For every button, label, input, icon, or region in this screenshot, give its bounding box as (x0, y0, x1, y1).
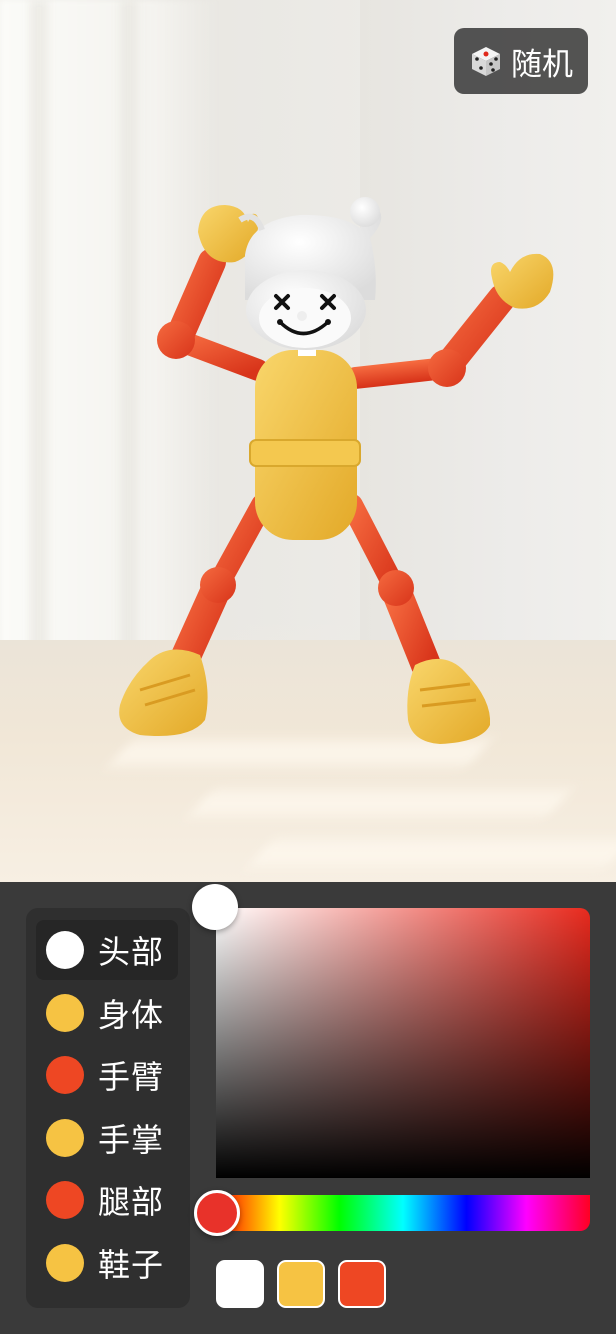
part-item-body[interactable]: 身体 (36, 983, 178, 1043)
saturation-brightness-picker[interactable] (216, 908, 590, 1178)
preset-swatch-yellow[interactable] (277, 1260, 325, 1308)
part-swatch (46, 993, 84, 1032)
shoes[interactable] (119, 649, 491, 744)
part-swatch (46, 1243, 84, 1282)
part-label: 手臂 (98, 1058, 165, 1096)
preset-swatch-white[interactable] (216, 1260, 264, 1308)
parts-list: 头部 身体 手臂 手掌 腿部 鞋子 (26, 908, 190, 1308)
random-button-label: 随机 (511, 46, 573, 83)
preset-swatch-red[interactable] (338, 1260, 386, 1308)
head[interactable] (238, 197, 382, 350)
part-swatch (46, 1118, 84, 1157)
part-item-legs[interactable]: 腿部 (36, 1170, 178, 1230)
part-label: 头部 (98, 933, 165, 971)
part-item-arms[interactable]: 手臂 (36, 1045, 178, 1105)
part-label: 手掌 (98, 1120, 165, 1159)
color-picker-handle[interactable] (192, 884, 238, 930)
random-button[interactable]: 随机 (454, 28, 588, 94)
part-swatch (46, 1181, 84, 1219)
part-label: 鞋子 (98, 1245, 165, 1284)
toy-figure[interactable] (0, 0, 616, 882)
part-swatch (46, 1056, 84, 1094)
part-label: 腿部 (98, 1183, 165, 1221)
brightness-gradient (216, 908, 590, 1178)
part-item-head[interactable]: 头部 (36, 920, 178, 980)
dice-icon (472, 47, 500, 76)
part-swatch (46, 931, 84, 969)
part-item-hands[interactable]: 手掌 (36, 1108, 178, 1168)
hue-slider[interactable] (216, 1195, 590, 1231)
part-label: 身体 (98, 995, 165, 1034)
part-item-shoes[interactable]: 鞋子 (36, 1233, 178, 1293)
hue-slider-handle[interactable] (194, 1190, 240, 1236)
scene-viewport[interactable]: 随机 (0, 0, 616, 882)
body-torso[interactable] (249, 340, 361, 540)
